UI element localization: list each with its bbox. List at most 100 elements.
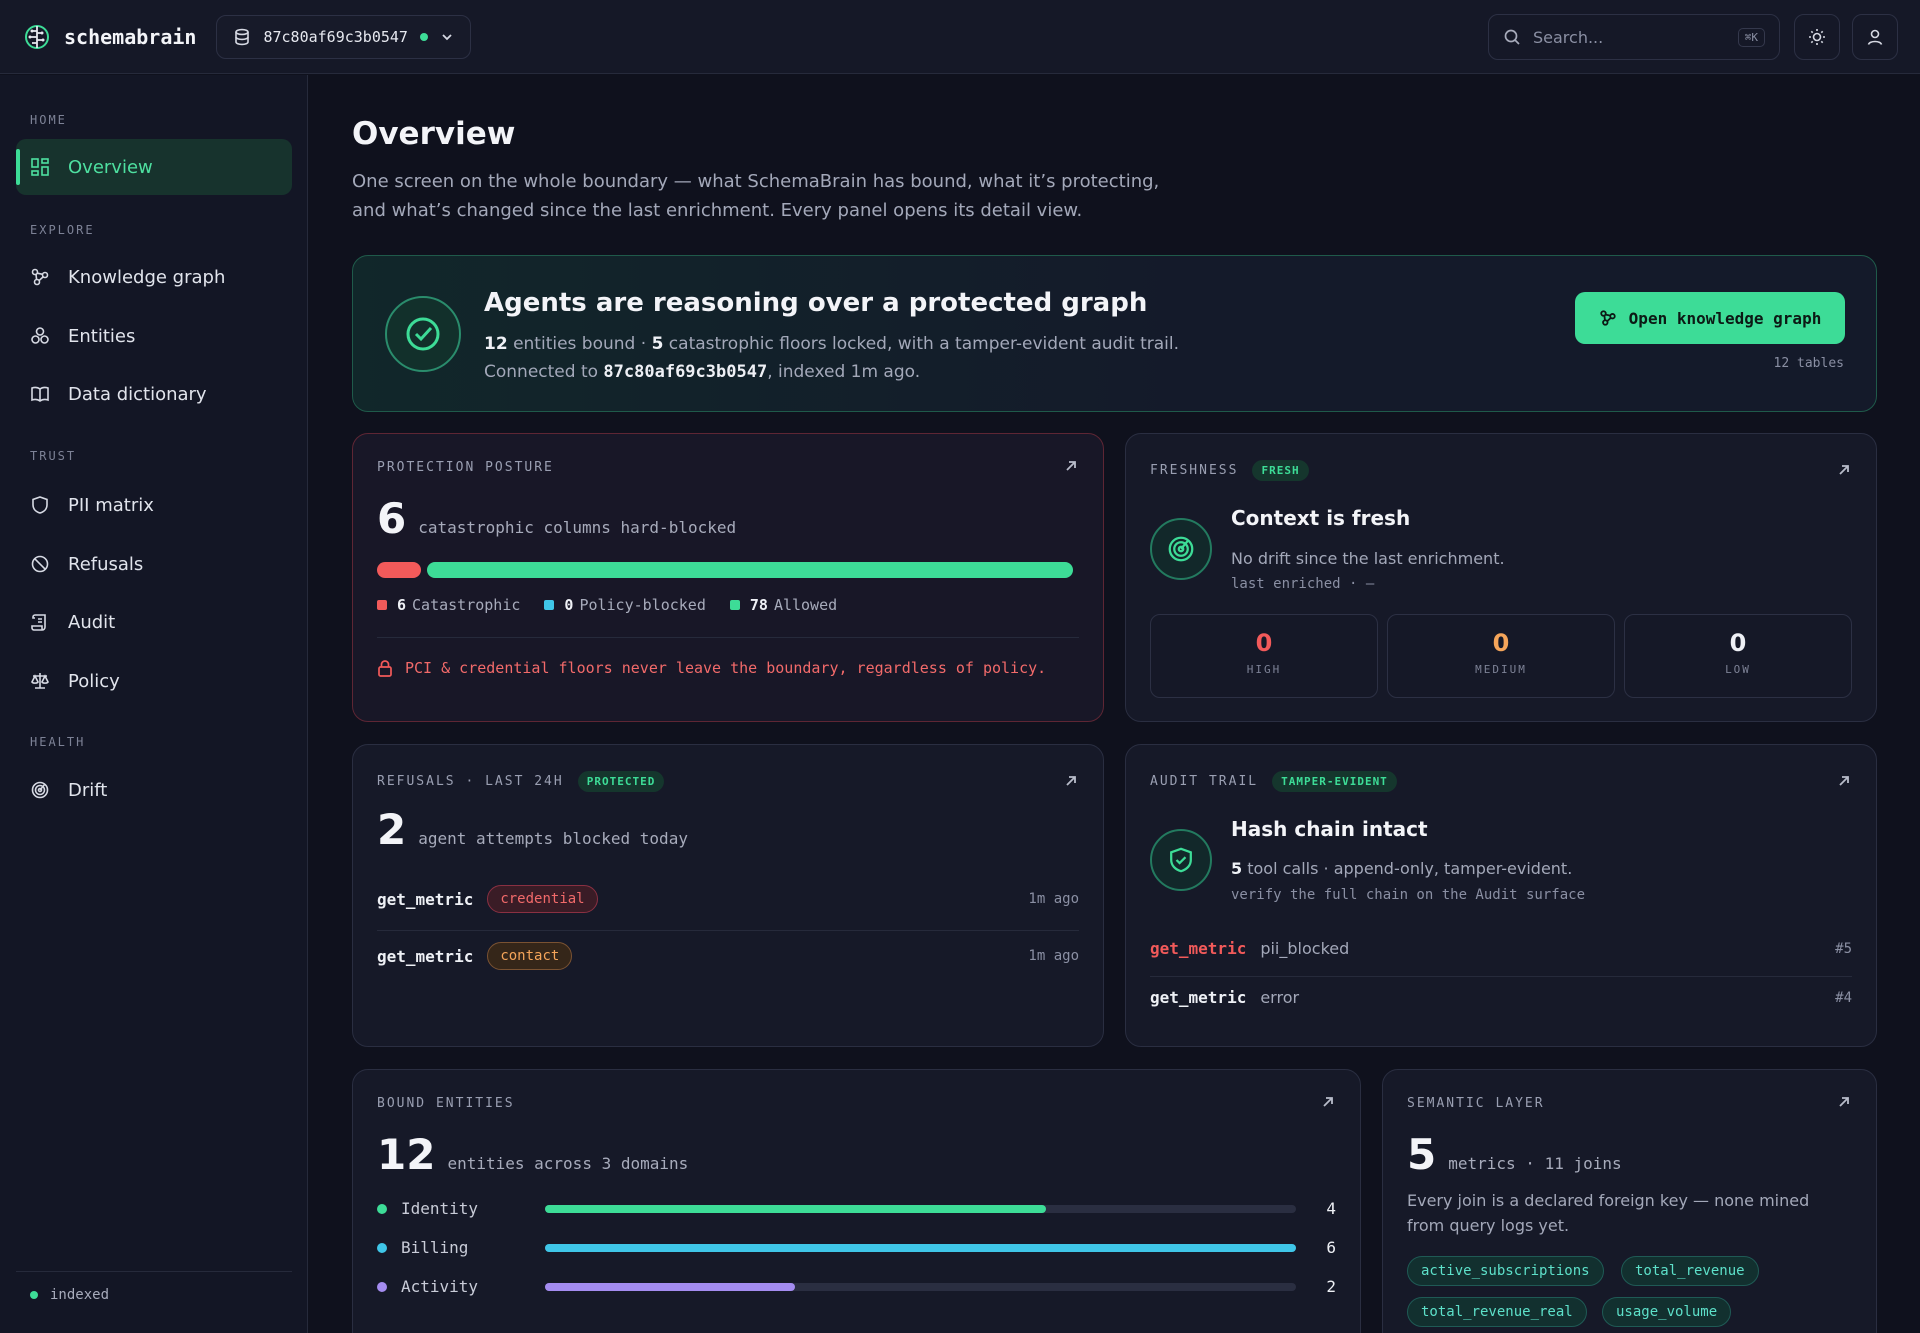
catastrophic-count-label: catastrophic columns hard-blocked [418, 518, 737, 537]
section-label-health: HEALTH [30, 735, 86, 749]
bound-entities-card[interactable]: BOUND ENTITIES 12 entities across 3 doma… [352, 1069, 1361, 1333]
audit-title: Hash chain intact [1231, 817, 1428, 841]
semantic-text: Every join is a declared foreign key — n… [1407, 1191, 1810, 1235]
section-label-explore: EXPLORE [30, 223, 95, 237]
drift-stat-high[interactable]: 0 HIGH [1150, 614, 1378, 698]
open-knowledge-graph-button[interactable]: Open knowledge graph [1575, 292, 1845, 344]
refusal-row[interactable]: get_metric credential 1m ago [377, 885, 1079, 913]
block-icon [31, 555, 49, 573]
audit-row[interactable]: get_metric pii_blocked #5 [1150, 939, 1852, 958]
scroll-icon [31, 614, 46, 631]
metric-chip[interactable]: total_revenue_real [1407, 1297, 1587, 1327]
protection-bar [377, 562, 1079, 578]
sidebar-item-label: Policy [68, 670, 120, 692]
drift-stat-low[interactable]: 0 LOW [1624, 614, 1852, 698]
user-menu-button[interactable] [1852, 14, 1898, 60]
book-icon [31, 386, 49, 402]
sidebar-item-label: Drift [68, 779, 108, 801]
last-enriched: last enriched · — [1231, 576, 1375, 592]
legend-value: 6 [397, 596, 407, 614]
arrow-up-right-icon[interactable] [1320, 1094, 1336, 1110]
audit-text: 5 tool calls · append-only, tamper-evide… [1231, 859, 1572, 878]
card-label: FRESHNESS FRESH [1150, 460, 1309, 481]
index-status-dot [30, 1291, 38, 1299]
arrow-up-right-icon[interactable] [1836, 773, 1852, 789]
table-count: 12 tables [1773, 356, 1844, 371]
lock-icon [378, 660, 392, 677]
sidebar-item-entities[interactable]: Entities [16, 308, 292, 364]
sidebar-item-policy[interactable]: Policy [16, 653, 292, 709]
refusals-card[interactable]: REFUSALS · LAST 24H PROTECTED 2 agent att… [352, 744, 1104, 1047]
legend-swatch [544, 600, 555, 610]
metric-chip[interactable]: active_subscriptions [1407, 1256, 1604, 1286]
stat-value: 0 [1492, 629, 1510, 657]
card-label: BOUND ENTITIES [377, 1096, 515, 1111]
metric-chip[interactable]: usage_volume [1602, 1297, 1732, 1327]
hero-title: Agents are reasoning over a protected gr… [484, 288, 1148, 318]
metric-count-label: metrics · 11 joins [1448, 1154, 1622, 1173]
sidebar-item-knowledge-graph[interactable]: Knowledge graph [16, 249, 292, 305]
domain-bar-fill [545, 1204, 1046, 1213]
user-icon [1867, 29, 1883, 45]
entity-domain-row[interactable]: Billing 6 [377, 1238, 1336, 1257]
refusal-count: 2 [377, 805, 407, 854]
entity-summary: 12 entities across 3 domains [377, 1130, 688, 1179]
connection-status-dot [419, 32, 428, 41]
scale-icon [31, 673, 49, 689]
metric-chip[interactable]: total_revenue [1621, 1256, 1759, 1286]
domain-count: 4 [1326, 1199, 1336, 1218]
domain-dot [377, 1281, 387, 1292]
sidebar-item-label: Entities [68, 325, 136, 347]
hero-entity-count: 12 [484, 334, 508, 354]
theme-toggle-button[interactable] [1794, 14, 1840, 60]
sidebar-item-audit[interactable]: Audit [16, 594, 292, 650]
refusal-time: 1m ago [1028, 891, 1079, 907]
tool-name: get_metric [377, 946, 474, 966]
connection-id: 87c80af69c3b0547 [263, 27, 408, 46]
chevron-down-icon [442, 33, 452, 40]
fresh-badge: FRESH [1252, 460, 1309, 481]
graph-icon [31, 268, 49, 286]
domain-count: 6 [1326, 1238, 1336, 1257]
sidebar-item-refusals[interactable]: Refusals [16, 536, 292, 592]
drift-stat-medium[interactable]: 0 MEDIUM [1387, 614, 1615, 698]
sidebar-item-pii-matrix[interactable]: PII matrix [16, 477, 292, 533]
freshness-card[interactable]: FRESHNESS FRESH Context is fresh No drift… [1125, 433, 1877, 722]
search-icon [1504, 29, 1520, 45]
entity-domain-row[interactable]: Activity 2 [377, 1277, 1336, 1296]
audit-trail-card[interactable]: AUDIT TRAIL TAMPER-EVIDENT Hash chain int… [1125, 744, 1877, 1047]
arrow-up-right-icon[interactable] [1836, 462, 1852, 478]
shield-icon [32, 496, 48, 514]
section-label-trust: TRUST [30, 449, 77, 463]
shield-badge [1150, 829, 1212, 891]
search-box[interactable]: Search... ⌘K [1488, 14, 1780, 60]
sidebar-item-data-dictionary[interactable]: Data dictionary [16, 366, 292, 422]
connection-selector[interactable]: 87c80af69c3b0547 [216, 14, 471, 59]
arrow-up-right-icon[interactable] [1063, 458, 1079, 474]
card-label-text: SEMANTIC LAYER [1407, 1096, 1545, 1111]
sidebar-item-label: Data dictionary [68, 383, 207, 405]
audit-text-part: tool calls · append-only, tamper-evident… [1242, 859, 1573, 878]
semantic-layer-card[interactable]: SEMANTIC LAYER 5 metrics · 11 joins Ever… [1382, 1069, 1877, 1333]
entities-icon [31, 327, 49, 344]
protection-posture-card[interactable]: PROTECTION POSTURE 6 catastrophic column… [352, 433, 1104, 722]
refusal-row[interactable]: get_metric contact 1m ago [377, 942, 1079, 970]
stat-value: 0 [1729, 629, 1747, 657]
stat-label: LOW [1725, 663, 1751, 676]
audit-row[interactable]: get_metric error #4 [1150, 988, 1852, 1007]
hero-text-part: , indexed 1m ago. [767, 362, 921, 382]
refusal-count-label: agent attempts blocked today [418, 829, 688, 848]
entity-domain-row[interactable]: Identity 4 [377, 1199, 1336, 1218]
protected-badge: PROTECTED [577, 771, 665, 792]
row-divider [1150, 976, 1852, 977]
sidebar-footer-divider [16, 1271, 292, 1272]
brand[interactable]: schemabrain [24, 24, 196, 50]
hero-text-part: entities bound · [507, 334, 652, 354]
arrow-up-right-icon[interactable] [1063, 773, 1079, 789]
tool-name: get_metric [377, 889, 474, 909]
sidebar-item-overview[interactable]: Overview [16, 139, 292, 195]
arrow-up-right-icon[interactable] [1836, 1094, 1852, 1110]
domain-dot [377, 1242, 387, 1253]
sidebar-item-drift[interactable]: Drift [16, 762, 292, 818]
check-circle-icon [406, 317, 440, 351]
